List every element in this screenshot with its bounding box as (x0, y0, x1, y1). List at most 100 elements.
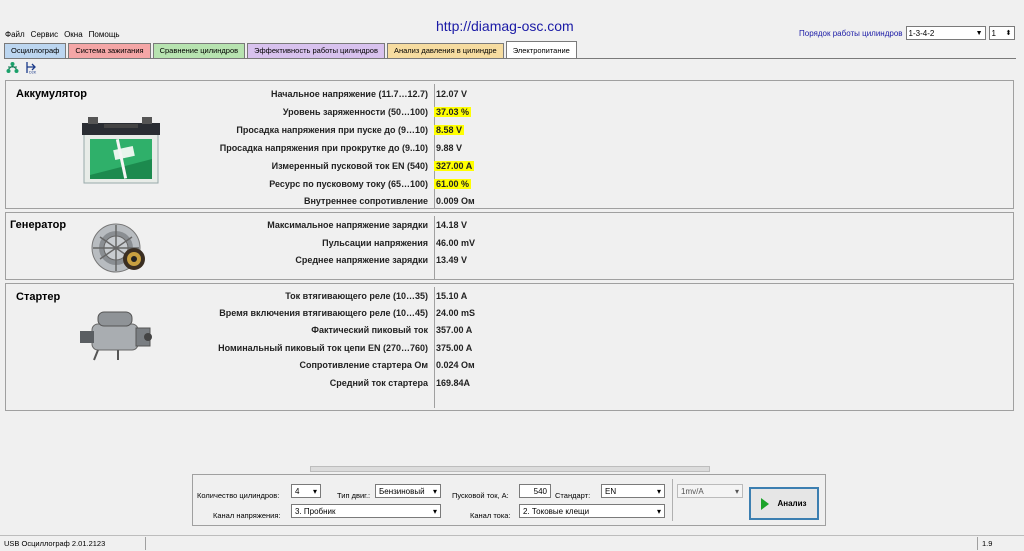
starter-row-resistance: Сопротивление стартера Ом 0.024 Ом (156, 357, 616, 373)
chevron-down-icon: ▼ (975, 29, 983, 37)
chevron-down-icon: ▾ (312, 486, 317, 496)
menu-service[interactable]: Сервис (30, 30, 59, 39)
panel-splitter[interactable] (310, 466, 710, 472)
starter-row-peak-current: Фактический пиковый ток 357.00 A (156, 322, 616, 338)
controls-separator (672, 479, 673, 521)
tab-cylinder-efficiency[interactable]: Эффективность работы цилиндров (247, 43, 385, 58)
starter-row-relay-current: Ток втягивающего реле (10…35) 15.10 A (156, 288, 616, 304)
menu-windows[interactable]: Окна (63, 30, 84, 39)
app-window: http://diamag-osc.com Файл Сервис Окна П… (0, 0, 1024, 551)
row-label: Ток втягивающего реле (10…35) (285, 291, 428, 301)
menu-help[interactable]: Помощь (88, 30, 121, 39)
scale-value: 1mv/A (681, 486, 704, 496)
row-value: 0.024 Ом (436, 360, 475, 370)
tab-bar: Осциллограф Система зажигания Сравнение … (4, 41, 577, 58)
starter-row-nominal-peak: Номинальный пиковый ток цепи EN (270…760… (156, 340, 616, 356)
row-label: Начальное напряжение (11.7…12.7) (271, 89, 428, 99)
row-value: 24.00 mS (436, 308, 476, 318)
engine-type-select[interactable]: Бензиновый ▾ (375, 484, 441, 498)
status-separator (145, 537, 146, 550)
row-label: Максимальное напряжение зарядки (267, 220, 428, 230)
battery-row-internal-resistance: Внутреннее сопротивление 0.009 Ом (156, 193, 616, 209)
starter-panel: Стартер Ток втягивающего реле (10…35) 15… (5, 283, 1014, 411)
cylinder-stepper[interactable]: 1 ⬍ (988, 26, 1015, 40)
menu-file[interactable]: Файл (4, 30, 26, 39)
battery-row-start-drop: Просадка напряжения при пуске до (9…10) … (156, 122, 616, 138)
engine-type-value: Бензиновый (379, 486, 425, 496)
standard-select[interactable]: EN ▾ (601, 484, 665, 498)
cylinder-order: Порядок работы цилиндров 1-3-4-2 ▼ 1 ⬍ (799, 26, 1015, 40)
starter-row-relay-time: Время включения втягивающего реле (10…45… (156, 305, 616, 321)
row-label: Номинальный пиковый ток цепи EN (270…760… (218, 343, 428, 353)
row-label: Просадка напряжения при пуске до (9…10) (236, 125, 428, 135)
analyze-label: Анализ (777, 499, 807, 508)
analyze-button[interactable]: Анализ (749, 487, 819, 520)
cylinder-order-label: Порядок работы цилиндров (799, 28, 903, 38)
tab-oscilloscope[interactable]: Осциллограф (4, 43, 67, 58)
starter-row-avg-current: Средний ток стартера 169.84A (156, 375, 616, 391)
row-value: 327.00 A (434, 161, 475, 171)
row-label: Пульсации напряжения (322, 238, 428, 248)
engine-type-label: Тип двиг.: (337, 491, 371, 500)
tab-cylinder-compare[interactable]: Сравнение цилиндров (152, 43, 246, 58)
tab-power-supply[interactable]: Электропитание (505, 41, 577, 58)
scale-select[interactable]: 1mv/A ▾ (677, 484, 743, 498)
cylinder-stepper-value: 1 (991, 28, 996, 38)
row-label: Средний ток стартера (329, 378, 428, 388)
standard-label: Стандарт: (555, 491, 591, 500)
network-icon[interactable] (6, 61, 19, 74)
row-label: Сопротивление стартера Ом (299, 360, 428, 370)
row-label: Время включения втягивающего реле (10…45… (219, 308, 428, 318)
start-current-value: 540 (533, 486, 547, 496)
row-value: 0.009 Ом (436, 196, 475, 206)
current-channel-label: Канал тока: (470, 511, 511, 520)
row-value: 8.58 V (434, 125, 465, 135)
voltage-channel-select[interactable]: 3. Пробник ▾ (291, 504, 441, 518)
battery-row-start-current: Измеренный пусковой ток EN (540) 327.00 … (156, 158, 616, 174)
row-label: Среднее напряжение зарядки (295, 255, 428, 265)
tab-divider (4, 58, 1016, 59)
generator-title: Генератор (10, 219, 67, 231)
tab-ignition[interactable]: Система зажигания (68, 43, 151, 58)
generator-row-avg-voltage: Среднее напряжение зарядки 13.49 V (156, 252, 616, 268)
row-value: 37.03 % (434, 107, 472, 117)
row-label: Фактический пиковый ток (311, 325, 428, 335)
battery-row-crank-drop: Просадка напряжения при прокрутке до (9.… (156, 140, 616, 156)
battery-image (80, 115, 162, 187)
row-value: 169.84A (436, 378, 471, 388)
row-label: Просадка напряжения при прокрутке до (9.… (219, 143, 428, 153)
starter-title: Стартер (16, 291, 61, 303)
row-value: 9.88 V (436, 143, 463, 153)
tab-pressure-analysis[interactable]: Анализ давления в цилиндре (386, 43, 504, 58)
starter-image (78, 304, 158, 366)
start-current-label: Пусковой ток, А: (452, 491, 509, 500)
menu-bar: Файл Сервис Окна Помощь (4, 30, 121, 39)
generator-panel: Генератор Максимальное напряжение зарядк… (5, 212, 1014, 280)
site-url[interactable]: http://diamag-osc.com (436, 18, 574, 34)
row-value: 61.00 % (434, 179, 472, 189)
chevron-down-icon: ▾ (656, 486, 661, 496)
standard-value: EN (605, 486, 617, 496)
spin-arrows-icon: ⬍ (1005, 30, 1012, 37)
row-label: Уровень заряженности (50…100) (282, 107, 428, 117)
row-value: 357.00 A (436, 325, 473, 335)
battery-row-charge-level: Уровень заряженности (50…100) 37.03 % (156, 104, 616, 120)
status-version: USB Осциллограф 2.01.2123 (4, 539, 106, 548)
row-value: 375.00 A (436, 343, 473, 353)
generator-row-ripple: Пульсации напряжения 46.00 mV (156, 235, 616, 251)
chevron-down-icon: ▾ (432, 486, 437, 496)
cylinder-order-select[interactable]: 1-3-4-2 ▼ (905, 26, 986, 40)
status-separator (977, 537, 978, 550)
row-label: Внутреннее сопротивление (304, 196, 428, 206)
start-current-input[interactable]: 540 (519, 484, 551, 498)
cyl-count-label: Количество цилиндров: (197, 491, 280, 500)
status-bar: USB Осциллограф 2.01.2123 1.9 (0, 535, 1024, 551)
export-icon[interactable]: D2K (25, 61, 38, 74)
play-icon (761, 497, 770, 510)
cyl-count-select[interactable]: 4 ▾ (291, 484, 321, 498)
current-channel-select[interactable]: 2. Токовые клещи ▾ (519, 504, 665, 518)
battery-panel: Аккумулятор Начальное напряжение (11.7…1… (5, 80, 1014, 209)
chevron-down-icon: ▾ (734, 486, 739, 496)
voltage-channel-value: 3. Пробник (295, 506, 336, 516)
row-label: Ресурс по пусковому току (65…100) (269, 179, 428, 189)
